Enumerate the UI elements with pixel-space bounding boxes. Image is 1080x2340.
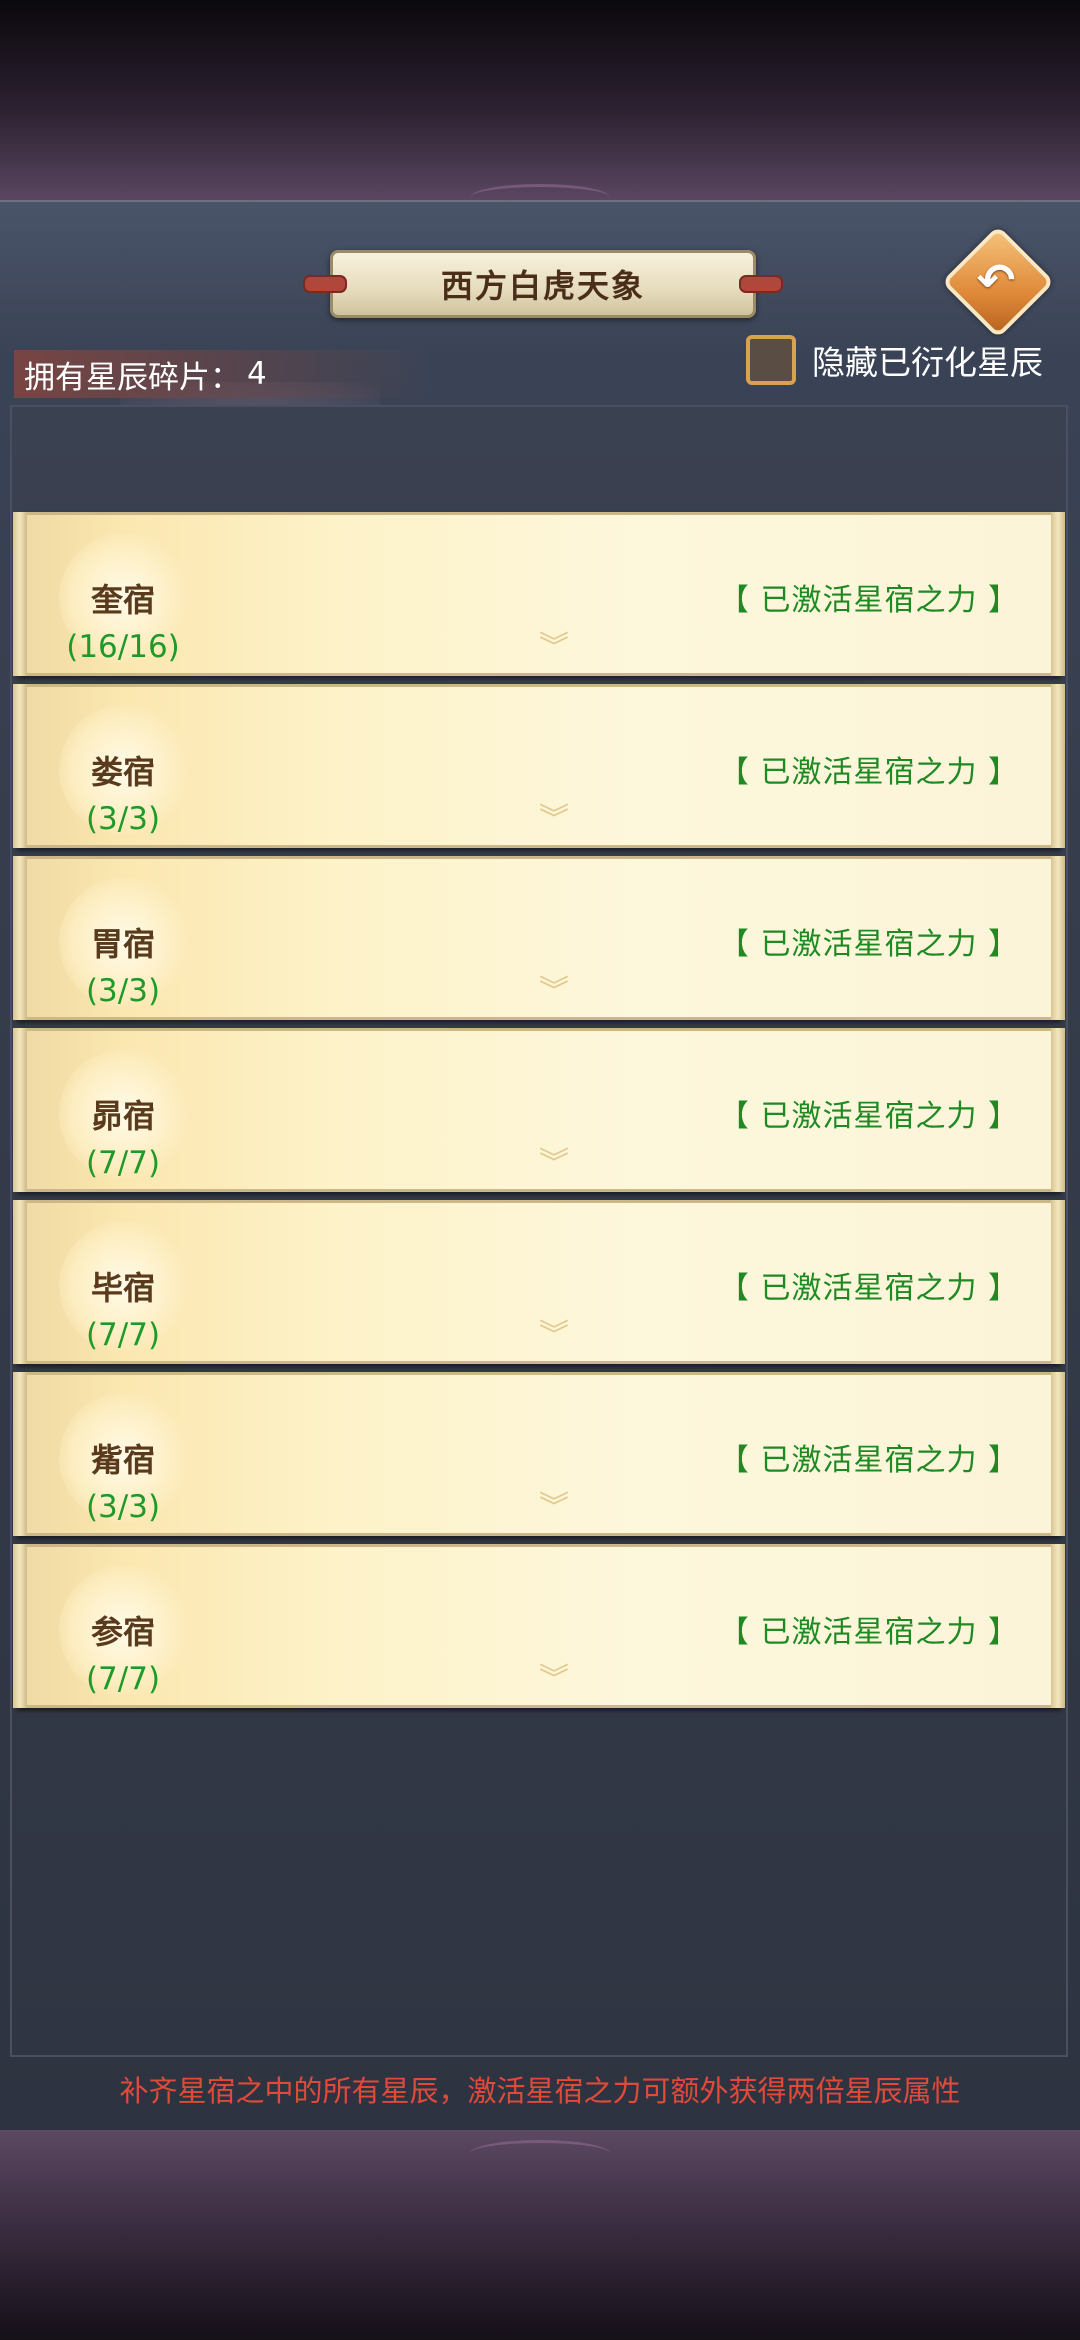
constellation-progress: (7/7) xyxy=(85,1661,161,1697)
constellation-status: 【 已激活星宿之力 】 xyxy=(718,583,1019,618)
chevron-down-icon[interactable]: ︾ xyxy=(529,805,579,835)
constellation-name: 胃宿 xyxy=(90,925,155,963)
chevron-down-icon[interactable]: ︾ xyxy=(529,1149,579,1179)
constellation-name: 觜宿 xyxy=(90,1441,155,1479)
constellation-name: 娄宿 xyxy=(90,753,155,791)
page-title: 西方白虎天象 xyxy=(440,267,645,305)
constellation-row-wei[interactable]: 胃宿 (3/3) 【 已激活星宿之力 】 ︾ xyxy=(13,856,1065,1020)
fragment-label: 拥有星辰碎片： xyxy=(24,359,241,396)
constellation-status: 【 已激活星宿之力 】 xyxy=(718,1615,1019,1650)
constellation-progress: (3/3) xyxy=(85,801,161,837)
bottom-ornament xyxy=(470,2140,610,2167)
constellation-progress: (7/7) xyxy=(85,1317,161,1353)
constellation-row-lou[interactable]: 娄宿 (3/3) 【 已激活星宿之力 】 ︾ xyxy=(13,684,1065,848)
game-screen: 西方白虎天象 ↶ 拥有星辰碎片： 4 隐藏已衍化星辰 奎宿 (16/16) 【 … xyxy=(0,0,1080,2340)
constellation-name: 毕宿 xyxy=(90,1269,155,1307)
fragment-count: 4 xyxy=(247,356,267,392)
hide-evolved-label[interactable]: 隐藏已衍化星辰 xyxy=(812,336,1043,384)
top-background-band xyxy=(0,0,1080,200)
constellation-name: 参宿 xyxy=(90,1613,155,1651)
chevron-down-icon[interactable]: ︾ xyxy=(529,633,579,663)
chevron-down-icon[interactable]: ︾ xyxy=(529,1665,579,1695)
chevron-down-icon[interactable]: ︾ xyxy=(529,1493,579,1523)
constellation-status: 【 已激活星宿之力 】 xyxy=(718,1271,1019,1306)
fragment-counter: 拥有星辰碎片： 4 xyxy=(14,350,434,398)
constellation-status: 【 已激活星宿之力 】 xyxy=(718,755,1019,790)
hide-evolved-toggle[interactable]: 隐藏已衍化星辰 xyxy=(746,330,1043,390)
constellation-progress: (16/16) xyxy=(66,629,180,665)
scroll-rod-right xyxy=(739,275,783,293)
constellation-progress: (3/3) xyxy=(85,973,161,1009)
constellation-status: 【 已激活星宿之力 】 xyxy=(718,927,1019,962)
constellation-row-kui[interactable]: 奎宿 (16/16) 【 已激活星宿之力 】 ︾ xyxy=(13,512,1065,676)
back-arrow-icon[interactable]: ↶ xyxy=(960,244,1032,316)
constellation-row-bi[interactable]: 毕宿 (7/7) 【 已激活星宿之力 】 ︾ xyxy=(13,1200,1065,1364)
chevron-down-icon[interactable]: ︾ xyxy=(529,1321,579,1351)
constellation-status: 【 已激活星宿之力 】 xyxy=(718,1443,1019,1478)
constellation-name: 奎宿 xyxy=(90,581,155,619)
constellation-name: 昴宿 xyxy=(90,1097,155,1135)
footer-tip: 补齐星宿之中的所有星辰，激活星宿之力可额外获得两倍星辰属性 xyxy=(119,2074,961,2108)
hide-evolved-checkbox[interactable] xyxy=(746,335,796,385)
title-banner: 西方白虎天象 xyxy=(303,250,783,318)
constellation-status: 【 已激活星宿之力 】 xyxy=(718,1099,1019,1134)
constellation-progress: (3/3) xyxy=(85,1489,161,1525)
constellation-row-shen[interactable]: 参宿 (7/7) 【 已激活星宿之力 】 ︾ xyxy=(13,1544,1065,1708)
constellation-progress: (7/7) xyxy=(85,1145,161,1181)
constellation-row-mao[interactable]: 昴宿 (7/7) 【 已激活星宿之力 】 ︾ xyxy=(13,1028,1065,1192)
chevron-down-icon[interactable]: ︾ xyxy=(529,977,579,1007)
scroll-rod-left xyxy=(303,275,347,293)
constellation-row-zi[interactable]: 觜宿 (3/3) 【 已激活星宿之力 】 ︾ xyxy=(13,1372,1065,1536)
